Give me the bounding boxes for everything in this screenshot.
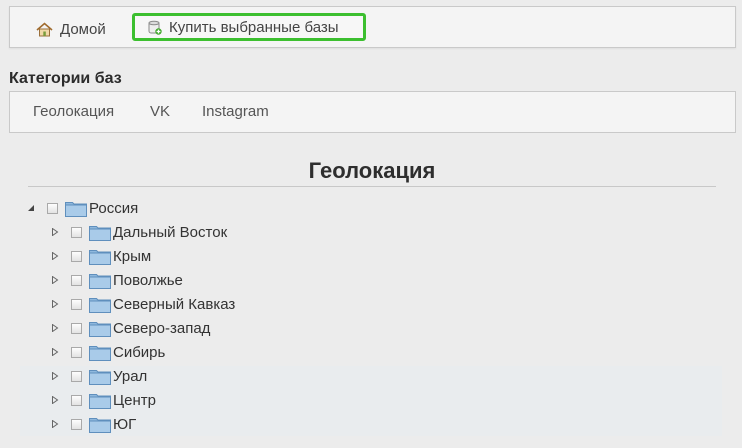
- tree-label: Центр: [113, 391, 156, 409]
- tree-node[interactable]: Дальный Восток: [50, 221, 227, 243]
- tree-node[interactable]: Крым: [50, 245, 151, 267]
- tree-checkbox[interactable]: [71, 250, 82, 262]
- tree-node[interactable]: Северо-запад: [50, 317, 210, 339]
- expand-toggle[interactable]: [50, 227, 60, 237]
- folder-icon: [65, 201, 87, 217]
- triangle-right-icon: [52, 276, 59, 284]
- categories-bar: Геолокация VK Instagram: [9, 91, 736, 133]
- tree-label: Крым: [113, 247, 152, 265]
- tree-checkbox[interactable]: [71, 394, 82, 406]
- tree-label: Северо-запад: [113, 319, 211, 337]
- expand-toggle[interactable]: [50, 395, 60, 405]
- tree-node-root[interactable]: Россия: [26, 197, 138, 219]
- tree-checkbox[interactable]: [71, 370, 82, 382]
- category-vk[interactable]: VK: [150, 103, 170, 120]
- folder-icon: [89, 225, 111, 241]
- folder-icon: [89, 321, 111, 337]
- tree-node[interactable]: Сибирь: [50, 341, 165, 363]
- category-geolocation[interactable]: Геолокация: [33, 103, 114, 120]
- tree-label: Урал: [113, 367, 148, 385]
- tree-node[interactable]: Поволжье: [50, 269, 183, 291]
- tree-checkbox-root[interactable]: [47, 202, 58, 214]
- home-icon: [36, 21, 53, 36]
- triangle-right-icon: [52, 324, 59, 332]
- tree-node[interactable]: ЮГ: [50, 413, 136, 435]
- triangle-right-icon: [52, 300, 59, 308]
- expand-toggle[interactable]: [50, 347, 60, 357]
- tree-checkbox[interactable]: [71, 298, 82, 310]
- expand-toggle[interactable]: [50, 275, 60, 285]
- folder-icon: [89, 297, 111, 313]
- triangle-right-icon: [52, 372, 59, 380]
- triangle-right-icon: [52, 348, 59, 356]
- expand-toggle[interactable]: [50, 299, 60, 309]
- tree-node[interactable]: Урал: [50, 365, 147, 387]
- tree-checkbox[interactable]: [71, 418, 82, 430]
- tree-checkbox[interactable]: [71, 322, 82, 334]
- folder-icon: [89, 417, 111, 433]
- expand-toggle[interactable]: [50, 323, 60, 333]
- tree-label: ЮГ: [113, 415, 137, 433]
- panel-title: Геолокация: [308, 158, 436, 183]
- tree-checkbox[interactable]: [71, 274, 82, 286]
- triangle-right-icon: [52, 228, 59, 236]
- folder-icon: [89, 249, 111, 265]
- triangle-right-icon: [52, 420, 59, 428]
- expand-toggle[interactable]: [50, 371, 60, 381]
- panel-divider: [28, 186, 716, 187]
- categories-title: Категории баз: [9, 70, 122, 87]
- tree-node[interactable]: Центр: [50, 389, 156, 411]
- folder-icon: [89, 369, 111, 385]
- folder-icon: [89, 393, 111, 409]
- triangle-down-icon: [28, 205, 34, 211]
- tree-checkbox[interactable]: [71, 346, 82, 358]
- tree-label-root: Россия: [89, 199, 139, 217]
- tree-label: Поволжье: [113, 271, 183, 289]
- expand-toggle[interactable]: [50, 419, 60, 429]
- buy-selected-button[interactable]: Купить выбранные базы: [132, 13, 366, 41]
- folder-icon: [89, 273, 111, 289]
- triangle-right-icon: [52, 252, 59, 260]
- expand-toggle-root[interactable]: [26, 203, 36, 213]
- home-label: Домой: [60, 20, 106, 38]
- buy-selected-label: Купить выбранные базы: [169, 18, 339, 36]
- tree-label: Дальный Восток: [113, 223, 228, 241]
- tree-label: Северный Кавказ: [113, 295, 236, 313]
- tree-checkbox[interactable]: [71, 226, 82, 238]
- tree-label: Сибирь: [113, 343, 166, 361]
- database-add-icon: [148, 20, 162, 35]
- tree-node[interactable]: Северный Кавказ: [50, 293, 235, 315]
- category-instagram[interactable]: Instagram: [202, 103, 269, 120]
- triangle-right-icon: [52, 396, 59, 404]
- folder-icon: [89, 345, 111, 361]
- expand-toggle[interactable]: [50, 251, 60, 261]
- top-toolbar: Домой Купить выбранные базы: [9, 6, 736, 48]
- home-button[interactable]: Домой: [36, 19, 106, 39]
